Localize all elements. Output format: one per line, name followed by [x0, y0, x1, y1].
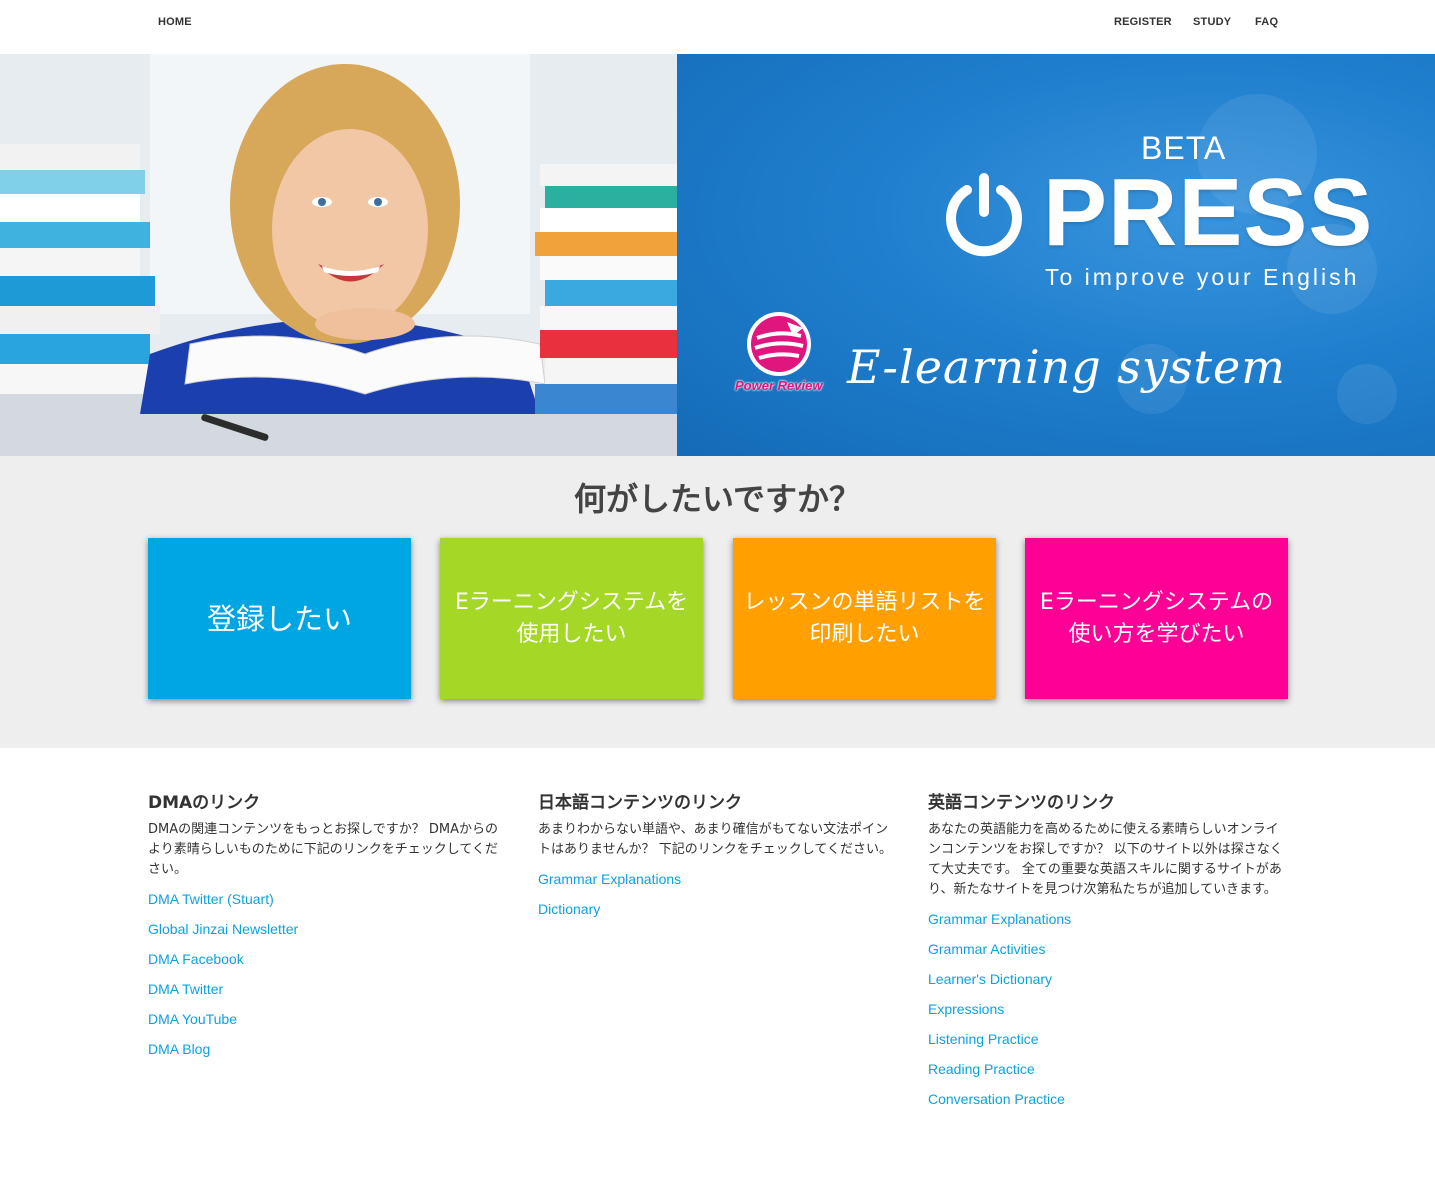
english-links-column: 英語コンテンツのリンク あなたの英語能力を高めるために使える素晴らしいオンライン…: [928, 790, 1288, 1116]
hero-banner-press: BETA PRESS To improve your English Power…: [677, 54, 1435, 456]
link-dma-twitter[interactable]: DMA Twitter: [148, 981, 223, 997]
tile-use-elearning[interactable]: Eラーニングシステムを使用したい: [440, 538, 703, 699]
column-description: DMAの関連コンテンツをもっとお探しですか？ DMAからのより素晴らしいものため…: [148, 822, 498, 877]
column-title: 日本語コンテンツのリンク: [538, 793, 742, 813]
list-item: DMA YouTube: [148, 1006, 508, 1036]
link-dma-twitter-stuart[interactable]: DMA Twitter (Stuart): [148, 891, 274, 907]
tile-register[interactable]: 登録したい: [148, 538, 411, 699]
column-title: DMAのリンク: [148, 793, 261, 813]
column-description: あなたの英語能力を高めるために使える素晴らしいオンラインコンテンツをお探しですか…: [928, 822, 1283, 897]
nav-study-link[interactable]: STUDY: [1193, 16, 1231, 28]
link-list: Grammar Explanations Grammar Activities …: [928, 906, 1288, 1116]
link-grammar-explanations[interactable]: Grammar Explanations: [538, 871, 681, 887]
link-list: DMA Twitter (Stuart) Global Jinzai Newsl…: [148, 886, 508, 1066]
power-review-label: Power Review: [735, 378, 823, 393]
tile-learn-elearning[interactable]: Eラーニングシステムの使い方を学びたい: [1025, 538, 1288, 699]
press-logo-text: PRESS: [1043, 159, 1374, 266]
list-item: Grammar Activities: [928, 936, 1288, 966]
hero-tagline: To improve your English: [1045, 264, 1360, 290]
link-grammar-explanations[interactable]: Grammar Explanations: [928, 911, 1071, 927]
tile-print-word-list[interactable]: レッスンの単語リストを印刷したい: [733, 538, 996, 699]
link-dma-youtube[interactable]: DMA YouTube: [148, 1011, 237, 1027]
list-item: DMA Facebook: [148, 946, 508, 976]
link-list: Grammar Explanations Dictionary: [538, 866, 898, 926]
column-description: あまりわからない単語や、あまり確信がもてない文法ポイントはありませんか？ 下記の…: [538, 822, 892, 857]
list-item: Dictionary: [538, 896, 898, 926]
column-title: 英語コンテンツのリンク: [928, 793, 1115, 813]
link-global-jinzai-newsletter[interactable]: Global Jinzai Newsletter: [148, 921, 298, 937]
link-listening-practice[interactable]: Listening Practice: [928, 1031, 1039, 1047]
nav-register-link[interactable]: REGISTER: [1114, 16, 1172, 28]
link-grammar-activities[interactable]: Grammar Activities: [928, 941, 1045, 957]
list-item: Expressions: [928, 996, 1288, 1026]
link-learners-dictionary[interactable]: Learner's Dictionary: [928, 971, 1052, 987]
power-icon: [946, 173, 1022, 257]
list-item: Grammar Explanations: [538, 866, 898, 896]
list-item: Conversation Practice: [928, 1086, 1288, 1116]
link-dictionary[interactable]: Dictionary: [538, 901, 600, 917]
list-item: Learner's Dictionary: [928, 966, 1288, 996]
section-title: 何がしたいですか？: [573, 480, 862, 518]
link-expressions[interactable]: Expressions: [928, 1001, 1004, 1017]
japanese-links-column: 日本語コンテンツのリンク あまりわからない単語や、あまり確信がもてない文法ポイン…: [538, 790, 898, 926]
link-reading-practice[interactable]: Reading Practice: [928, 1061, 1035, 1077]
nav-home-link[interactable]: HOME: [158, 16, 192, 28]
list-item: Listening Practice: [928, 1026, 1288, 1056]
elearning-heading: E-learning system: [847, 340, 1286, 394]
link-conversation-practice[interactable]: Conversation Practice: [928, 1091, 1065, 1107]
bokeh-light: [1337, 364, 1397, 424]
what-to-do-section: 何がしたいですか？ 登録したい Eラーニングシステムを使用したい レッスンの単語…: [0, 456, 1435, 748]
nav-faq-link[interactable]: FAQ: [1255, 16, 1278, 28]
list-item: Reading Practice: [928, 1056, 1288, 1086]
list-item: DMA Twitter (Stuart): [148, 886, 508, 916]
list-item: DMA Twitter: [148, 976, 508, 1006]
hero-carousel[interactable]: BETA PRESS To improve your English Power…: [0, 54, 1435, 456]
list-item: Global Jinzai Newsletter: [148, 916, 508, 946]
top-nav: HOME REGISTER STUDY FAQ: [0, 0, 1435, 54]
list-item: DMA Blog: [148, 1036, 508, 1066]
link-dma-blog[interactable]: DMA Blog: [148, 1041, 210, 1057]
hero-photo-student-with-books: [0, 54, 677, 456]
link-dma-facebook[interactable]: DMA Facebook: [148, 951, 244, 967]
list-item: Grammar Explanations: [928, 906, 1288, 936]
dma-links-column: DMAのリンク DMAの関連コンテンツをもっとお探しですか？ DMAからのより素…: [148, 790, 508, 1066]
